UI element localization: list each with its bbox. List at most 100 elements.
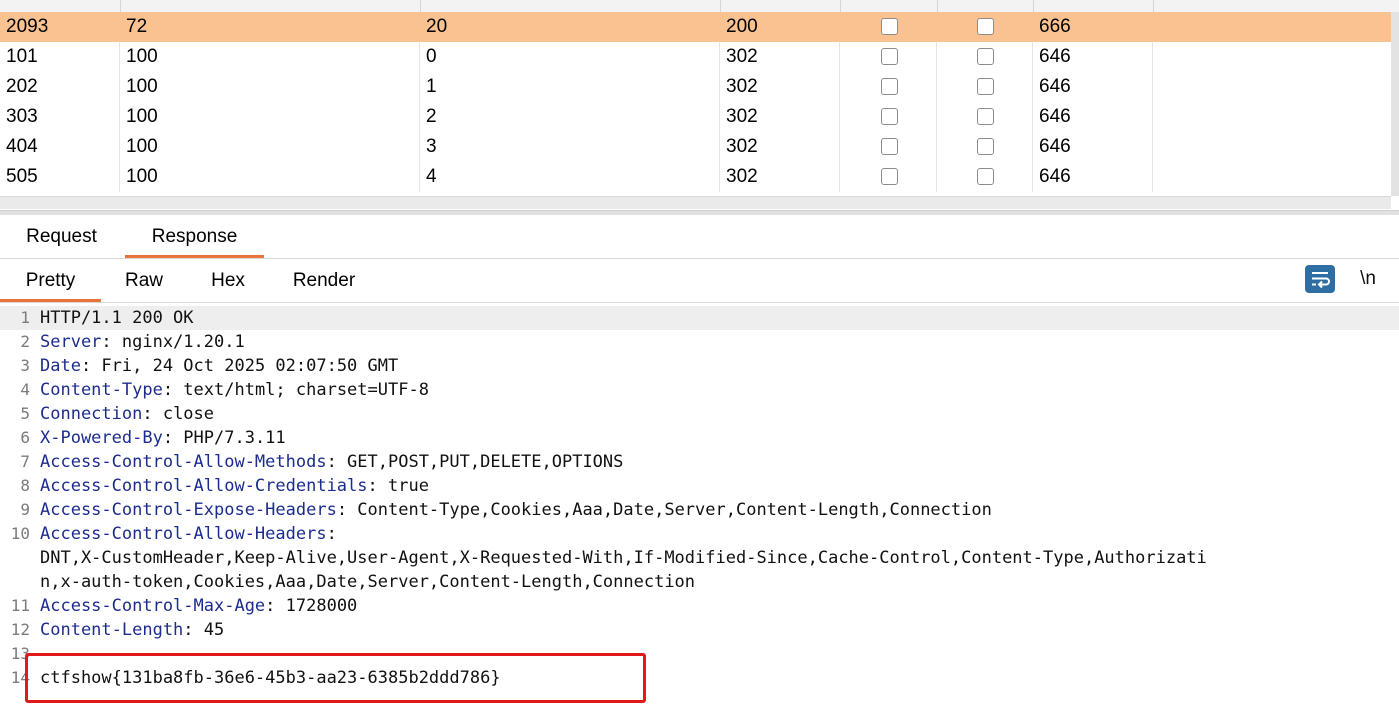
line-content: Date: Fri, 24 Oct 2025 02:07:50 GMT xyxy=(40,354,398,378)
table-cell: 302 xyxy=(720,162,840,192)
line-number: 4 xyxy=(20,380,30,399)
tab-raw[interactable]: Raw xyxy=(104,259,184,302)
line-content: n,x-auth-token,Cookies,Aaa,Date,Server,C… xyxy=(40,570,695,594)
line-number: 8 xyxy=(20,476,30,495)
table-cell: 100 xyxy=(120,162,420,192)
line-content: X-Powered-By: PHP/7.3.11 xyxy=(40,426,286,450)
header-value: : PHP/7.3.11 xyxy=(162,428,286,448)
tab-render[interactable]: Render xyxy=(272,259,376,302)
row-checkbox[interactable] xyxy=(977,138,994,155)
table-cell: 302 xyxy=(720,72,840,102)
header-value: HTTP/1.1 200 OK xyxy=(40,308,194,328)
header-name: X-Powered-By xyxy=(40,428,163,448)
table-cell: 404 xyxy=(0,132,120,162)
checkbox-cell xyxy=(937,102,1033,132)
header-name: Access-Control-Max-Age xyxy=(40,596,266,616)
line-content: Access-Control-Allow-Headers: xyxy=(40,522,337,546)
table-row[interactable]: 303 100 2 302 646 xyxy=(0,102,1399,132)
header-value: : close xyxy=(142,404,215,424)
header-name: Access-Control-Expose-Headers xyxy=(40,500,337,520)
table-cell-empty xyxy=(1153,132,1399,162)
header-value: : 45 xyxy=(183,620,225,640)
header-name: Access-Control-Allow-Credentials xyxy=(40,476,368,496)
table-row[interactable]: 2093 72 20 200 666 xyxy=(0,12,1399,42)
table-cell-empty xyxy=(1153,12,1399,42)
line-number: 7 xyxy=(20,452,30,471)
line-content: Connection: close xyxy=(40,402,214,426)
tab-request[interactable]: Request xyxy=(0,215,123,258)
row-checkbox[interactable] xyxy=(977,48,994,65)
header-value: : Fri, 24 Oct 2025 02:07:50 GMT xyxy=(80,356,399,376)
line-number: 5 xyxy=(20,404,30,423)
table-cell: 646 xyxy=(1033,132,1153,162)
row-checkbox[interactable] xyxy=(977,108,994,125)
table-cell: 101 xyxy=(0,42,120,72)
line-content: Access-Control-Allow-Methods: GET,POST,P… xyxy=(40,450,623,474)
header-value: DNT,X-CustomHeader,Keep-Alive,User-Agent… xyxy=(40,548,1207,568)
row-checkbox[interactable] xyxy=(881,48,898,65)
header-name: Server xyxy=(40,332,102,352)
horizontal-scrollbar[interactable] xyxy=(0,196,1391,209)
checkbox-cell xyxy=(937,132,1033,162)
table-cell: 100 xyxy=(120,72,420,102)
line-content: Access-Control-Expose-Headers: Content-T… xyxy=(40,498,992,522)
row-checkbox[interactable] xyxy=(881,78,898,95)
tab-pretty[interactable]: Pretty xyxy=(0,259,101,302)
table-cell: 202 xyxy=(0,72,120,102)
checkbox-cell xyxy=(840,72,937,102)
header-value: : xyxy=(326,524,337,544)
tab-hex[interactable]: Hex xyxy=(190,259,266,302)
header-value: : Content-Type,Cookies,Aaa,Date,Server,C… xyxy=(336,500,992,520)
row-checkbox[interactable] xyxy=(977,78,994,95)
row-checkbox[interactable] xyxy=(881,168,898,185)
tab-response[interactable]: Response xyxy=(125,215,264,258)
table-cell: 3 xyxy=(420,132,720,162)
row-checkbox[interactable] xyxy=(977,18,994,35)
header-name: Content-Type xyxy=(40,380,163,400)
response-line: 1 HTTP/1.1 200 OK xyxy=(0,306,1399,330)
line-number: 1 xyxy=(20,308,30,327)
checkbox-cell xyxy=(937,72,1033,102)
show-newlines-button[interactable]: \n xyxy=(1350,265,1386,293)
line-content: Access-Control-Max-Age: 1728000 xyxy=(40,594,357,618)
checkbox-cell xyxy=(937,162,1033,192)
wrap-lines-icon xyxy=(1312,272,1330,289)
checkbox-cell xyxy=(840,132,937,162)
table-cell: 72 xyxy=(120,12,420,42)
line-number: 11 xyxy=(10,596,30,615)
header-name: Access-Control-Allow-Headers xyxy=(40,524,327,544)
line-content: DNT,X-CustomHeader,Keep-Alive,User-Agent… xyxy=(40,546,1207,570)
results-table: 2093 72 20 200 666 101 100 0 302 646 202 100 1 302 646… xyxy=(0,0,1399,196)
table-cell: 505 xyxy=(0,162,120,192)
table-cell-empty xyxy=(1153,42,1399,72)
table-cell: 666 xyxy=(1033,12,1153,42)
line-number: 10 xyxy=(10,524,30,543)
response-editor[interactable]: 1 HTTP/1.1 200 OK 2 Server: nginx/1.20.1 3 Da… xyxy=(0,306,1399,708)
table-cell: 200 xyxy=(720,12,840,42)
table-cell-empty xyxy=(1153,72,1399,102)
table-row[interactable]: 505 100 4 302 646 xyxy=(0,162,1399,192)
table-cell: 100 xyxy=(120,102,420,132)
table-row[interactable]: 202 100 1 302 646 xyxy=(0,72,1399,102)
table-cell: 2 xyxy=(420,102,720,132)
row-checkbox[interactable] xyxy=(881,18,898,35)
line-number: 9 xyxy=(20,500,30,519)
line-content: HTTP/1.1 200 OK xyxy=(40,306,194,330)
table-row[interactable]: 101 100 0 302 646 xyxy=(0,42,1399,72)
row-checkbox[interactable] xyxy=(881,108,898,125)
table-row[interactable]: 404 100 3 302 646 xyxy=(0,132,1399,162)
table-cell: 646 xyxy=(1033,162,1153,192)
row-checkbox[interactable] xyxy=(977,168,994,185)
vertical-scrollbar[interactable] xyxy=(1391,12,1399,196)
header-value: n,x-auth-token,Cookies,Aaa,Date,Server,C… xyxy=(40,572,696,592)
table-cell: 20 xyxy=(420,12,720,42)
table-cell: 4 xyxy=(420,162,720,192)
table-cell-empty xyxy=(1153,102,1399,132)
table-cell: 302 xyxy=(720,102,840,132)
checkbox-cell xyxy=(840,42,937,72)
line-number: 6 xyxy=(20,428,30,447)
wrap-lines-button[interactable] xyxy=(1305,265,1335,293)
row-checkbox[interactable] xyxy=(881,138,898,155)
line-content: Server: nginx/1.20.1 xyxy=(40,330,245,354)
header-value: : true xyxy=(367,476,429,496)
